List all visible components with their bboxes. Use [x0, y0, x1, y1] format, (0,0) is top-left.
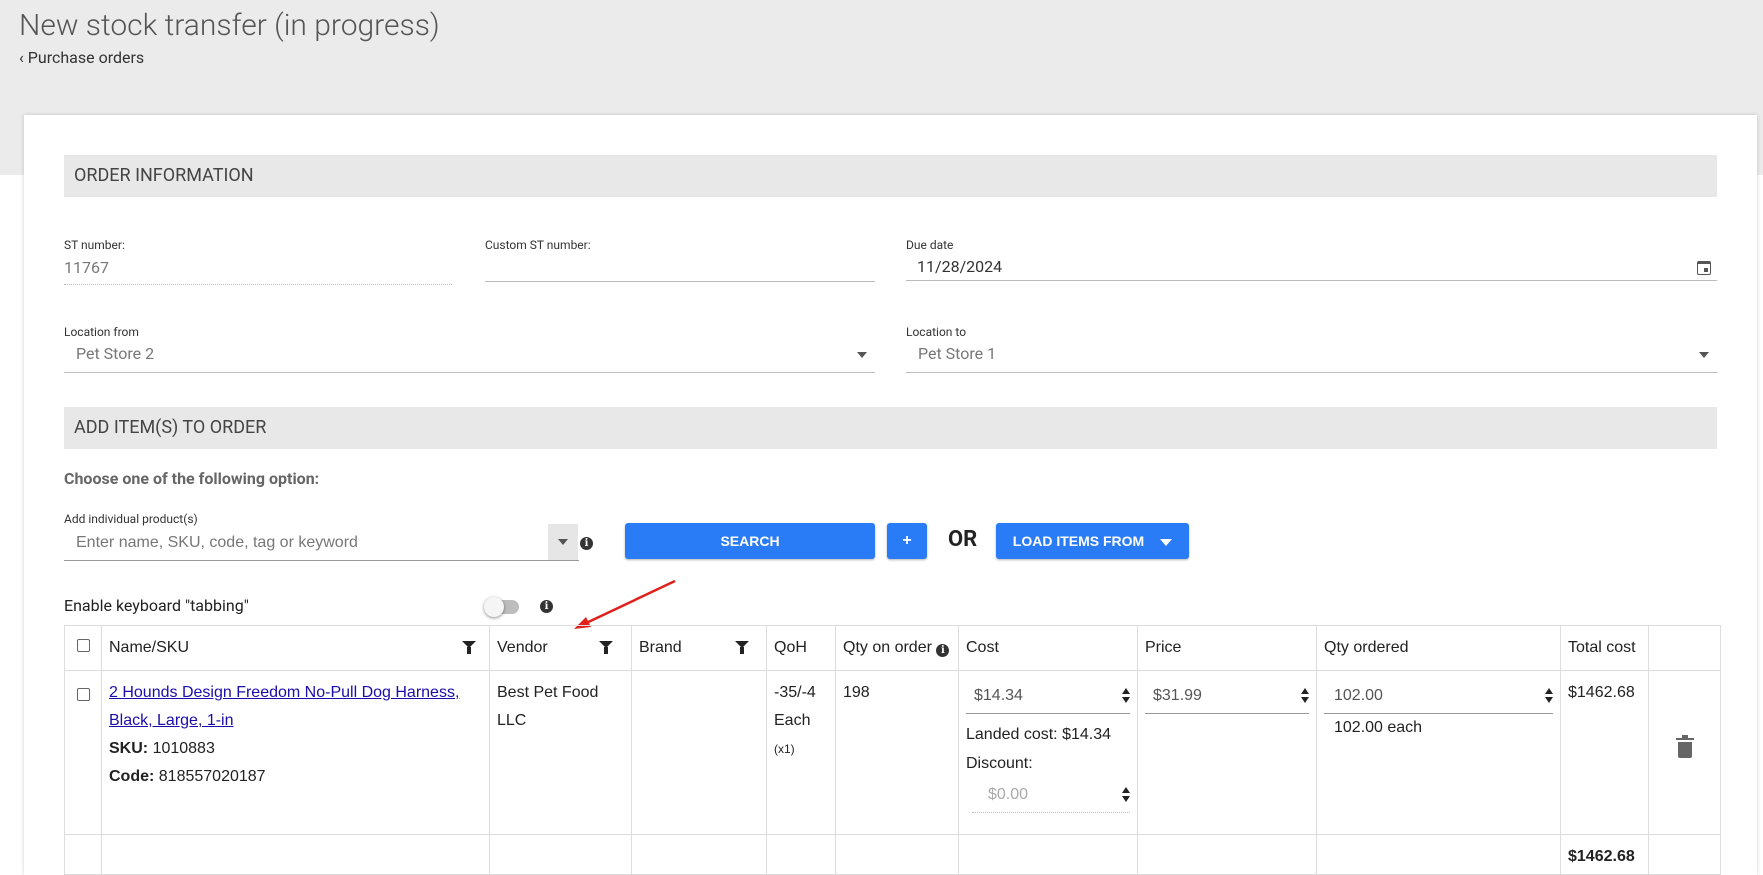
section-order-information: ORDER INFORMATION — [64, 155, 1717, 197]
header-total-cost[interactable]: Total cost — [1560, 625, 1649, 671]
sku-value: 1010883 — [152, 740, 215, 757]
search-dropdown-button[interactable] — [548, 524, 578, 560]
qoh-value: -35/-4 — [774, 684, 816, 701]
cell-name: 2 Hounds Design Freedom No-Pull Dog Harn… — [101, 670, 490, 835]
st-number-underline — [64, 284, 452, 285]
cell-cost: $14.34 Landed cost: $14.34 Discount: $0.… — [958, 670, 1138, 835]
header-qoh[interactable]: QoH — [766, 625, 836, 671]
calendar-icon[interactable] — [1697, 261, 1711, 275]
cell-qty-ordered: 102.00 102.00 each — [1316, 670, 1561, 835]
search-button[interactable]: SEARCH — [625, 523, 875, 559]
section-add-items: ADD ITEM(S) TO ORDER — [64, 407, 1717, 449]
select-all-checkbox[interactable] — [76, 639, 90, 652]
header-cost[interactable]: Cost — [958, 625, 1138, 671]
chevron-down-icon — [1160, 538, 1173, 546]
chevron-down-icon[interactable] — [857, 352, 867, 358]
code-label: Code: — [109, 768, 155, 785]
st-number-value: 11767 — [64, 258, 109, 277]
custom-st-number-input[interactable] — [485, 258, 875, 282]
cell-qoh: -35/-4 Each (x1) — [766, 670, 836, 835]
header-name[interactable]: Name/SKU — [101, 625, 490, 671]
cell-actions — [1648, 670, 1721, 835]
header-vendor[interactable]: Vendor — [489, 625, 632, 671]
qty-each: 102.00 each — [1334, 719, 1423, 736]
page-title: New stock transfer (in progress) — [19, 8, 440, 43]
row-checkbox[interactable] — [76, 688, 90, 701]
custom-st-number-label: Custom ST number: — [485, 238, 591, 252]
filter-icon[interactable] — [462, 641, 476, 654]
cell-total-cost: $1462.68 — [1560, 670, 1649, 835]
info-icon[interactable]: i — [936, 644, 950, 657]
or-text: OR — [948, 527, 978, 552]
cell-brand — [631, 670, 767, 835]
code-value: 818557020187 — [158, 768, 266, 785]
header-qty-ordered[interactable]: Qty ordered — [1316, 625, 1561, 671]
qoh-unit: Each — [774, 712, 811, 729]
chevron-down-icon[interactable] — [1699, 352, 1709, 358]
select-all-cell — [64, 625, 102, 671]
table-footer-row: $1462.68 — [64, 834, 1721, 875]
load-items-from-button[interactable]: LOAD ITEMS FROM — [996, 523, 1189, 559]
info-icon[interactable]: i — [540, 600, 553, 613]
breadcrumb[interactable]: ‹ Purchase orders — [19, 48, 144, 67]
filter-icon[interactable] — [735, 641, 749, 654]
due-date-label: Due date — [906, 238, 954, 252]
location-from-underline — [64, 372, 875, 373]
chevron-down-icon — [558, 539, 568, 545]
chevron-left-icon: ‹ — [19, 48, 24, 67]
annotation-arrow — [574, 579, 676, 629]
table-row: 2 Hounds Design Freedom No-Pull Dog Harn… — [64, 670, 1721, 835]
add-individual-label: Add individual product(s) — [64, 512, 198, 526]
filter-icon[interactable] — [599, 641, 613, 654]
keyboard-tabbing-label: Enable keyboard "tabbing" — [64, 596, 249, 615]
discount-input[interactable]: $0.00 — [972, 778, 1130, 813]
add-button[interactable]: + — [887, 523, 927, 559]
location-from-label: Location from — [64, 325, 139, 339]
info-icon[interactable]: i — [580, 537, 593, 550]
location-from-select[interactable]: Pet Store 2 — [76, 344, 154, 363]
toggle-knob — [484, 597, 504, 617]
custom-st-number-underline — [485, 281, 875, 282]
breadcrumb-purchase-orders[interactable]: Purchase orders — [28, 48, 144, 67]
qoh-multiplier: (x1) — [774, 742, 795, 756]
due-date-input[interactable]: 11/28/2024 — [917, 257, 1002, 276]
header-actions — [1648, 625, 1721, 671]
load-items-label: LOAD ITEMS FROM — [1012, 533, 1145, 549]
due-date-underline — [906, 280, 1717, 281]
header-price[interactable]: Price — [1137, 625, 1317, 671]
discount-label: Discount: — [966, 755, 1033, 772]
header-qty-on-order[interactable]: Qty on order i — [835, 625, 959, 671]
cell-price: $31.99 — [1137, 670, 1317, 835]
trash-icon[interactable] — [1676, 735, 1694, 758]
keyboard-tabbing-toggle[interactable] — [484, 597, 519, 617]
price-input[interactable]: $31.99 — [1145, 679, 1309, 714]
cell-vendor: Best Pet Food LLC — [489, 670, 632, 835]
table-header-row: Name/SKU Vendor Brand QoH Qty on order i… — [64, 625, 1721, 671]
product-link[interactable]: 2 Hounds Design Freedom No-Pull Dog Harn… — [109, 684, 459, 729]
header-brand[interactable]: Brand — [631, 625, 767, 671]
qty-ordered-input[interactable]: 102.00 — [1324, 679, 1553, 714]
cell-qty-on-order: 198 — [835, 670, 959, 835]
location-to-select[interactable]: Pet Store 1 — [918, 344, 996, 363]
sku-label: SKU: — [109, 740, 149, 757]
product-search-input[interactable] — [64, 525, 579, 561]
landed-cost: Landed cost: $14.34 — [966, 726, 1112, 743]
row-select-cell — [64, 670, 102, 835]
location-to-underline — [906, 372, 1717, 373]
st-number-label: ST number: — [64, 238, 125, 252]
location-to-label: Location to — [906, 325, 967, 339]
footer-total-cost: $1462.68 — [1560, 834, 1649, 875]
cost-input[interactable]: $14.34 — [966, 679, 1130, 714]
items-table: Name/SKU Vendor Brand QoH Qty on order i… — [64, 625, 1721, 875]
choose-option-text: Choose one of the following option: — [64, 469, 320, 488]
